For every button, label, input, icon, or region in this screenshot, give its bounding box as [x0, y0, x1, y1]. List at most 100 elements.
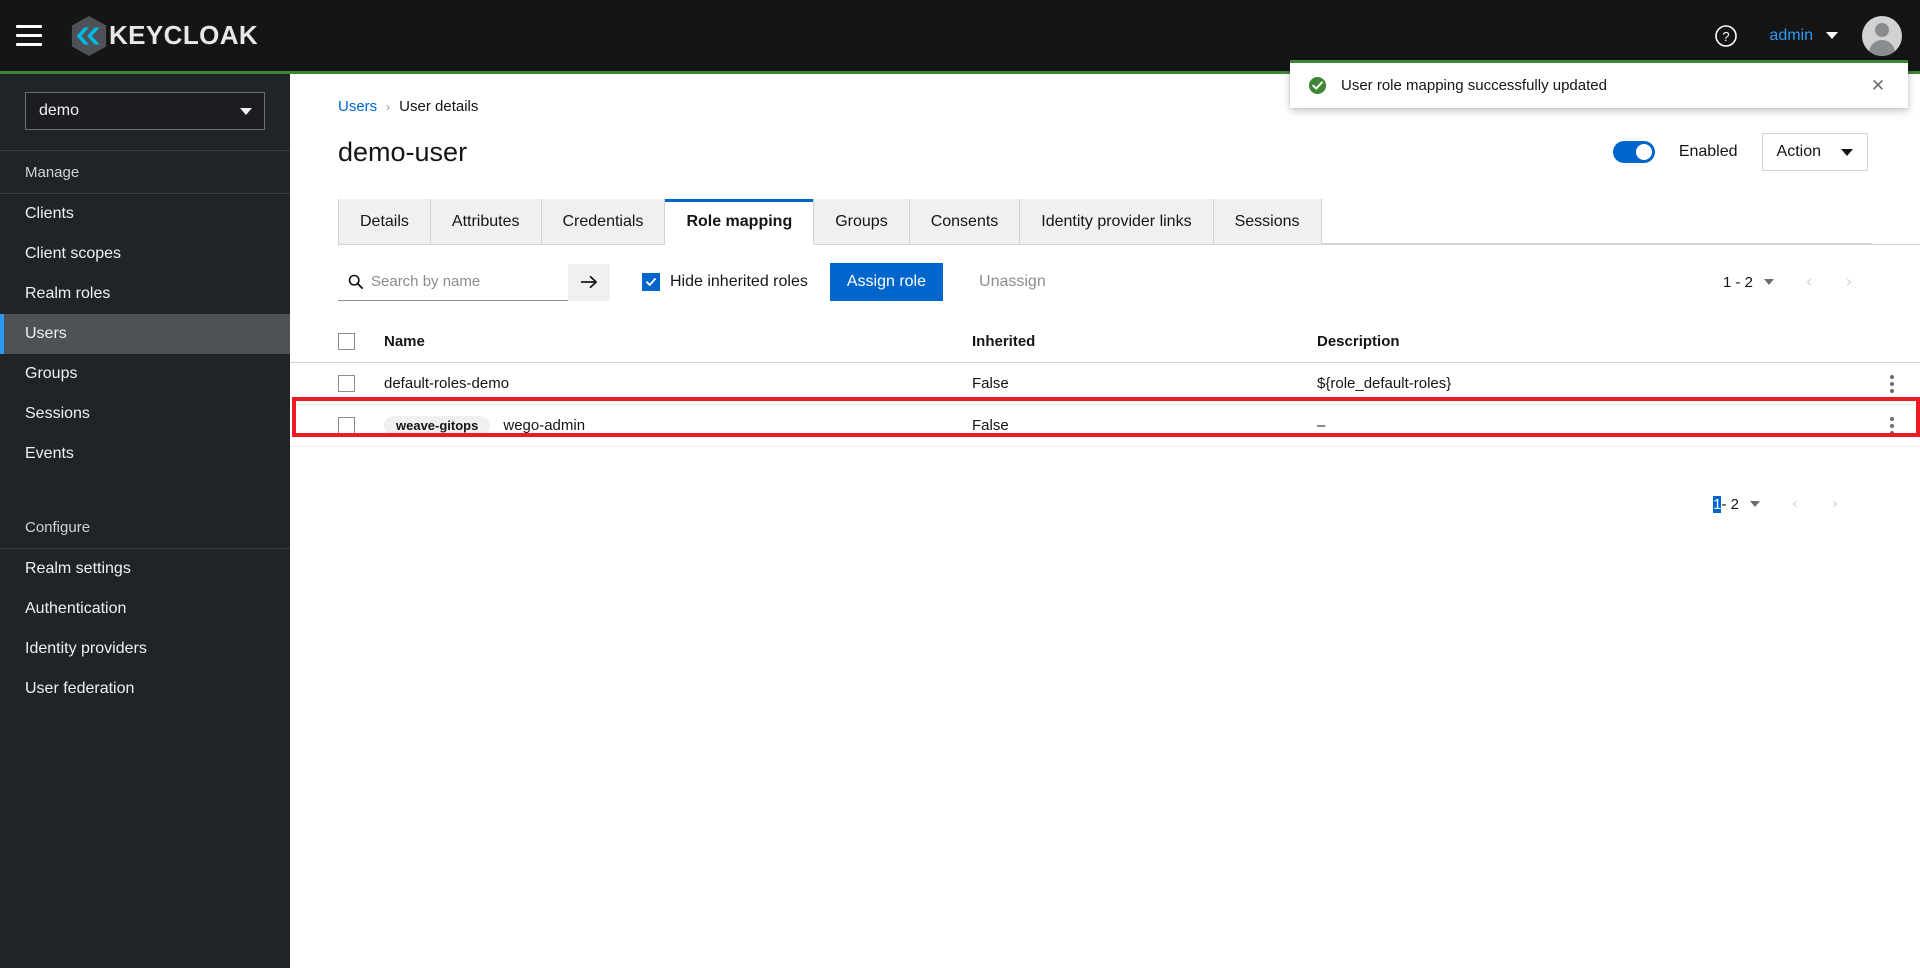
pagination-range-top: 1 - 2: [1722, 273, 1753, 291]
tab-attributes[interactable]: Attributes: [430, 199, 542, 244]
chevron-down-icon: [1841, 148, 1853, 156]
sidebar-item-client-scopes[interactable]: Client scopes: [0, 234, 290, 274]
brand-name: KEYCLOAK: [109, 20, 259, 50]
sidebar-item-clients[interactable]: Clients: [0, 194, 290, 234]
table-row[interactable]: default-roles-demo False ${role_default-…: [290, 363, 1920, 405]
kebab-menu-icon[interactable]: [1880, 411, 1904, 441]
search-input-wrap: [338, 264, 568, 301]
svg-text:?: ?: [1723, 29, 1730, 44]
hide-inherited-roles-checkbox[interactable]: Hide inherited roles: [642, 273, 808, 291]
search-icon: [348, 274, 363, 289]
sidebar-item-user-federation[interactable]: User federation: [0, 669, 290, 709]
pagination-prev-bottom[interactable]: ‹: [1776, 487, 1814, 521]
pagination-range-bottom: 1- 2: [1713, 495, 1739, 513]
tab-bar-filler: [1321, 199, 1872, 244]
table-header-row: Name Inherited Description: [290, 321, 1920, 363]
pagination-next-bottom[interactable]: ›: [1816, 487, 1854, 521]
brand-logo-link[interactable]: KEYCLOAK: [70, 15, 258, 57]
realm-selector-wrap: demo: [0, 74, 290, 150]
chevron-right-icon: ›: [386, 99, 391, 114]
chevron-down-icon: [240, 107, 252, 115]
row-checkbox[interactable]: [338, 417, 355, 434]
realm-selector[interactable]: demo: [25, 92, 265, 130]
nav-group-title-configure: Configure: [25, 519, 91, 536]
hamburger-menu-icon[interactable]: [0, 0, 58, 73]
assign-role-button[interactable]: Assign role: [829, 263, 944, 301]
column-header-name: Name: [384, 333, 425, 350]
realm-selected-label: demo: [39, 102, 80, 119]
column-header-inherited: Inherited: [972, 333, 1036, 350]
sidebar-item-authentication[interactable]: Authentication: [0, 589, 290, 629]
tab-identity-provider-links[interactable]: Identity provider links: [1020, 199, 1214, 244]
select-all-cell: [338, 333, 384, 350]
sidebar: demo Manage Clients Client scopes Realm …: [0, 74, 290, 968]
tab-sessions[interactable]: Sessions: [1213, 199, 1322, 244]
hamburger-bar: [16, 34, 42, 37]
main-content: Users › User details demo-user Enabled A…: [290, 74, 1920, 968]
tab-role-mapping[interactable]: Role mapping: [665, 199, 815, 245]
chevron-down-icon: [1826, 32, 1838, 39]
row-actions-cell: [1864, 411, 1920, 441]
unassign-button[interactable]: Unassign: [965, 263, 1060, 301]
hamburger-bar: [16, 43, 42, 46]
breadcrumb-users-link[interactable]: Users: [338, 98, 377, 115]
cell-description: ${role_default-roles}: [1317, 375, 1452, 392]
role-mapping-table: Name Inherited Description default-roles…: [290, 321, 1920, 447]
tab-groups[interactable]: Groups: [814, 199, 910, 244]
page-header-actions: Enabled Action: [1612, 133, 1868, 171]
success-alert: User role mapping successfully updated ✕: [1290, 60, 1908, 108]
role-name: wego-admin: [503, 417, 586, 434]
action-dropdown-button[interactable]: Action: [1761, 133, 1868, 171]
breadcrumb-current: User details: [399, 98, 479, 115]
row-checkbox[interactable]: [338, 375, 355, 392]
cell-inherited: False: [972, 417, 1009, 434]
table-row[interactable]: weave-gitops wego-admin False –: [290, 405, 1920, 447]
tab-bar: Details Attributes Credentials Role mapp…: [338, 199, 1920, 245]
page-title: demo-user: [338, 136, 468, 167]
masthead-actions: ? admin: [1705, 13, 1920, 59]
pagination-options-toggle-bottom[interactable]: [1750, 501, 1760, 507]
close-icon[interactable]: ✕: [1864, 72, 1892, 100]
pagination-bottom: 1- 2 ‹ ›: [290, 447, 1920, 521]
role-name: default-roles-demo: [384, 375, 510, 392]
page-header: demo-user Enabled Action: [290, 115, 1920, 171]
sidebar-item-realm-settings[interactable]: Realm settings: [0, 549, 290, 589]
sidebar-item-groups[interactable]: Groups: [0, 354, 290, 394]
cell-description: –: [1317, 417, 1326, 434]
column-header-description: Description: [1317, 333, 1400, 350]
sidebar-item-users[interactable]: Users: [0, 314, 290, 354]
search-group: [338, 263, 610, 301]
client-badge: weave-gitops: [384, 415, 491, 436]
sidebar-item-identity-providers[interactable]: Identity providers: [0, 629, 290, 669]
sidebar-item-sessions[interactable]: Sessions: [0, 394, 290, 434]
row-select-cell: [338, 375, 384, 392]
check-circle-icon: [1308, 76, 1327, 95]
avatar[interactable]: [1862, 15, 1902, 56]
row-select-cell: [338, 417, 384, 434]
user-dropdown[interactable]: admin: [1751, 13, 1850, 59]
sidebar-item-events[interactable]: Events: [0, 434, 290, 474]
cell-name: weave-gitops wego-admin: [384, 415, 972, 436]
tab-credentials[interactable]: Credentials: [541, 199, 666, 244]
enabled-toggle[interactable]: [1612, 141, 1655, 163]
pagination-options-toggle-top[interactable]: [1764, 279, 1774, 285]
help-icon[interactable]: ?: [1705, 15, 1747, 57]
pagination-next-top[interactable]: ›: [1830, 265, 1868, 299]
search-input[interactable]: [371, 273, 558, 290]
cell-inherited: False: [972, 375, 1009, 392]
toolbar: Hide inherited roles Assign role Unassig…: [290, 245, 1920, 301]
kebab-menu-icon[interactable]: [1880, 369, 1904, 399]
arrow-right-icon: [580, 275, 597, 289]
alert-message: User role mapping successfully updated: [1341, 77, 1607, 94]
hamburger-bar: [16, 25, 42, 28]
question-circle-icon: ?: [1715, 24, 1738, 47]
action-dropdown-label: Action: [1776, 143, 1821, 160]
tab-details[interactable]: Details: [338, 199, 431, 244]
pagination-prev-top[interactable]: ‹: [1790, 265, 1828, 299]
search-submit-button[interactable]: [568, 263, 610, 301]
sidebar-item-realm-roles[interactable]: Realm roles: [0, 274, 290, 314]
user-name-label: admin: [1769, 26, 1813, 44]
check-icon: [646, 278, 656, 286]
select-all-checkbox[interactable]: [338, 333, 355, 350]
tab-consents[interactable]: Consents: [909, 199, 1021, 244]
